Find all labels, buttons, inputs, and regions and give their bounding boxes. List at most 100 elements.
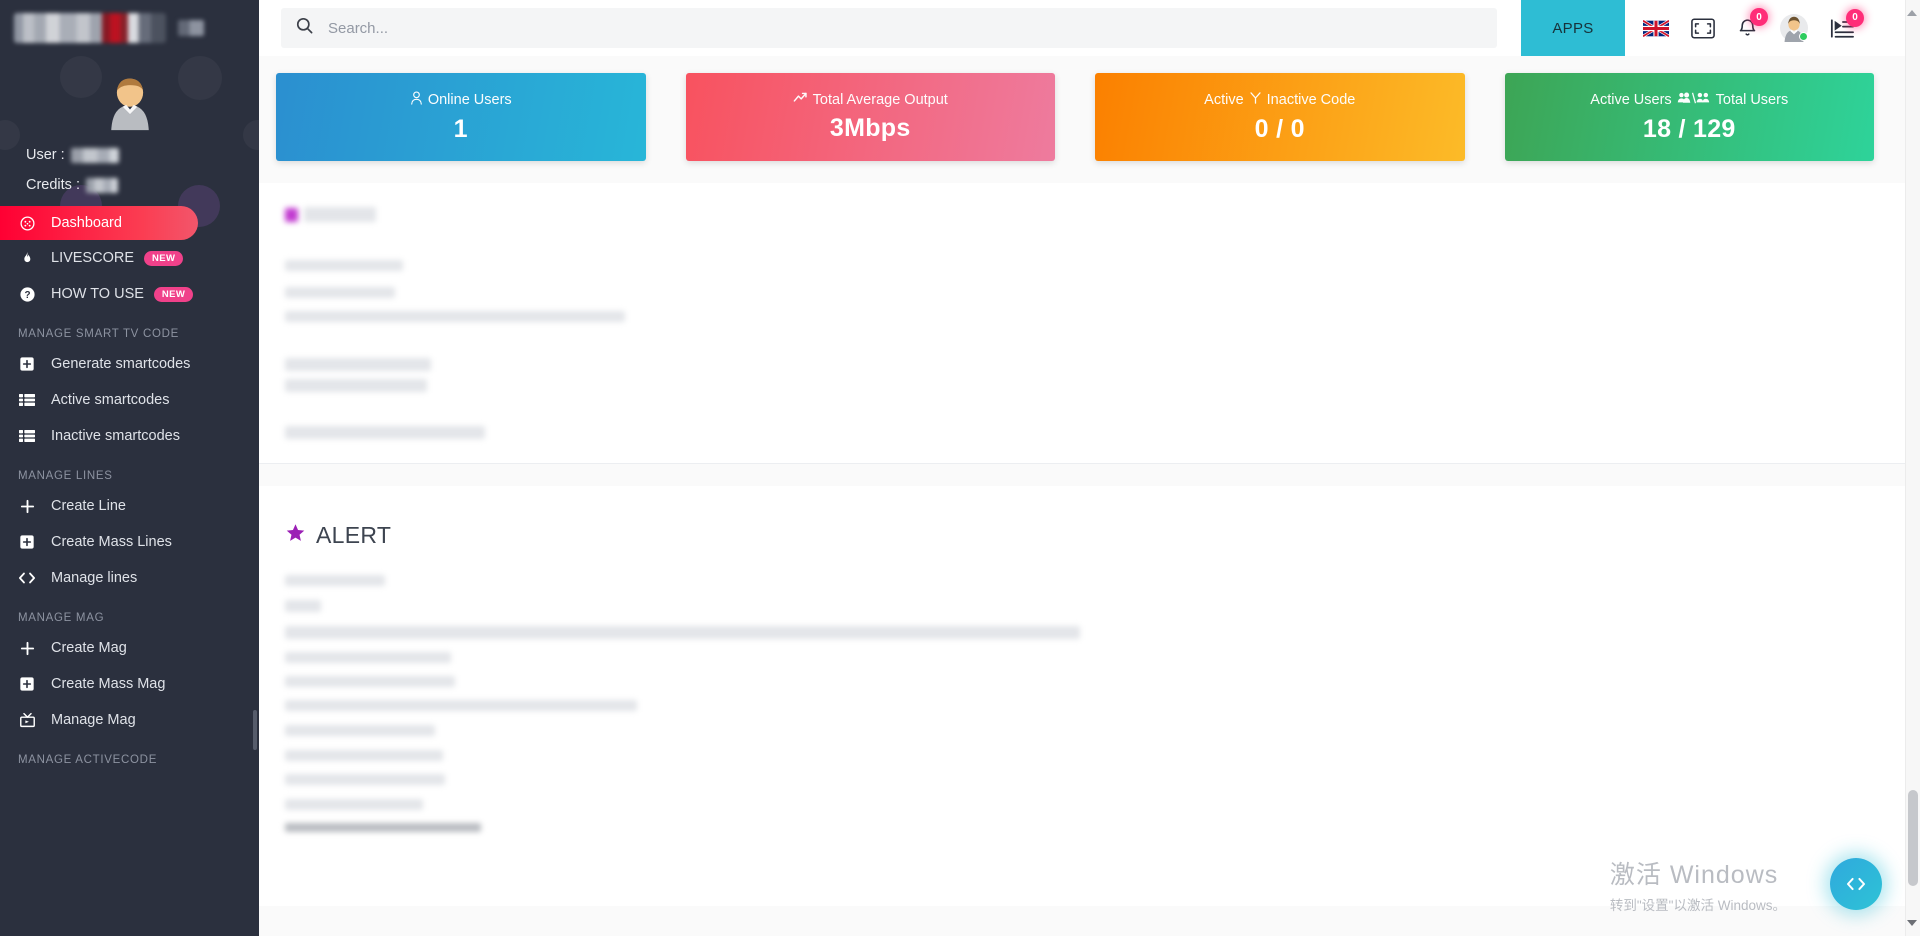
sidebar-item-manage-mag[interactable]: Manage Mag	[0, 702, 259, 738]
sidebar-section-title: MANAGE MAG	[18, 612, 105, 624]
main-content: APPS	[259, 0, 1920, 936]
watermark-line-1: 激活 Windows	[1609, 861, 1779, 889]
search-box[interactable]	[281, 8, 1497, 48]
sidebar-item-dashboard[interactable]: Dashboard	[0, 206, 198, 240]
redacted-line	[285, 700, 637, 711]
avatar	[110, 78, 149, 131]
sidebar-item-create-mass-mag[interactable]: Create Mass Mag	[0, 666, 259, 702]
content-panel-redacted	[259, 183, 1920, 463]
sidebar-scrollbar-thumb[interactable]	[253, 710, 257, 750]
sidebar-item-label: Manage Mag	[51, 712, 136, 728]
sidebar-item-label: Create Mass Mag	[51, 676, 166, 692]
section-divider	[259, 463, 1920, 464]
sidebar-item-create-line[interactable]: Create Line	[0, 488, 259, 524]
stat-card-active-inactive-code[interactable]: Active Inactive Code 0 / 0	[1095, 73, 1465, 161]
plus-box-icon	[14, 676, 40, 692]
profile-meta: User : Credits :	[0, 132, 259, 194]
redacted-line	[285, 774, 445, 785]
sidebar-item-create-mag[interactable]: Create Mag	[0, 630, 259, 666]
dashboard-icon	[14, 215, 40, 232]
stat-card-title: Active Inactive Code	[1204, 91, 1355, 109]
fullscreen-icon[interactable]	[1691, 17, 1715, 39]
page-scrollbar[interactable]	[1905, 0, 1920, 936]
stat-card-active-total-users[interactable]: Active Users Total Users 18 / 129	[1504, 73, 1874, 161]
bell-icon[interactable]: 0	[1737, 8, 1768, 39]
redacted-line	[285, 426, 485, 439]
redacted-line	[285, 575, 385, 586]
sidebar-section-title: MANAGE LINES	[18, 470, 113, 482]
redacted-heading	[304, 207, 376, 222]
avatar-icon[interactable]	[1780, 14, 1808, 42]
sidebar-item-active-smartcodes[interactable]: Active smartcodes	[0, 382, 259, 418]
floating-code-button[interactable]	[1830, 858, 1882, 910]
user-label: User :	[26, 147, 65, 163]
sidebar-item-label: Active smartcodes	[51, 392, 170, 408]
badge-new: NEW	[144, 250, 184, 266]
sidebar-item-label: Dashboard	[51, 215, 122, 231]
stat-card-online-users[interactable]: Online Users 1	[276, 73, 646, 161]
redacted-line	[285, 799, 423, 810]
sidebar-item-inactive-smartcodes[interactable]: Inactive smartcodes	[0, 418, 259, 454]
redacted-line	[285, 287, 395, 298]
stat-card-total-average-output[interactable]: Total Average Output 3Mbps	[685, 73, 1055, 161]
plus-icon	[14, 498, 40, 515]
sidebar-item-label: Create Mass Lines	[51, 534, 172, 550]
topbar: APPS	[259, 0, 1920, 56]
stat-card-title: Active Users Total Users	[1590, 91, 1788, 109]
stat-card-title-text-2: Total Users	[1715, 91, 1789, 108]
sidebar-item-create-mass-lines[interactable]: Create Mass Lines	[0, 524, 259, 560]
sidebar-item-how-to-use[interactable]: ? HOW TO USE NEW	[0, 276, 259, 312]
stat-card-title-text-2: Inactive Code	[1266, 91, 1356, 108]
alert-panel: ALERT	[259, 486, 1920, 906]
redacted-line	[285, 600, 321, 612]
logo-redacted-badge	[178, 20, 204, 36]
app-root: User : Credits : Dashboard LIVESCORE NEW…	[0, 0, 1920, 936]
redacted-line	[285, 676, 455, 687]
scroll-down-arrow-icon[interactable]	[1907, 920, 1917, 926]
tv-icon	[14, 712, 40, 728]
apps-button[interactable]: APPS	[1521, 0, 1625, 56]
playlist-icon[interactable]: 0	[1830, 8, 1864, 39]
filter-icon	[1249, 91, 1262, 109]
decorative-blob	[60, 56, 102, 98]
stat-card-value: 3Mbps	[829, 114, 911, 142]
search-icon	[295, 16, 314, 40]
list-icon	[14, 393, 40, 407]
uk-flag-icon[interactable]	[1643, 19, 1669, 37]
page-scrollbar-thumb[interactable]	[1908, 790, 1918, 886]
badge-new: NEW	[153, 286, 194, 302]
sidebar-item-manage-lines[interactable]: Manage lines	[0, 560, 259, 596]
brand-logo[interactable]	[0, 0, 259, 56]
trend-up-icon	[793, 91, 808, 108]
stat-card-title-text: Active Users	[1590, 91, 1672, 108]
topbar-icons: 0 0	[1625, 8, 1872, 42]
code-brackets-icon	[14, 571, 40, 585]
plus-icon	[14, 640, 40, 657]
stat-card-value: 18 / 129	[1642, 114, 1736, 143]
redacted-icon	[285, 207, 298, 222]
plus-box-icon	[14, 534, 40, 550]
watermark-line-2: 转到"设置"以激活 Windows。	[1609, 898, 1786, 913]
sidebar-item-label: HOW TO USE	[51, 286, 144, 302]
search-input[interactable]	[328, 19, 1483, 37]
sidebar-section-title: MANAGE ACTIVECODE	[18, 754, 158, 766]
profile-user-row: User :	[26, 146, 259, 164]
stat-card-title-text: Total Average Output	[812, 91, 948, 108]
sidebar-item-livescore[interactable]: LIVESCORE NEW	[0, 240, 259, 276]
logo-redacted-text	[14, 13, 166, 43]
flame-icon	[14, 250, 40, 267]
sidebar-item-generate-smartcodes[interactable]: Generate smartcodes	[0, 346, 259, 382]
notification-count-badge: 0	[1750, 8, 1768, 26]
sidebar-section-title: MANAGE SMART TV CODE	[18, 328, 179, 340]
profile-credits-row: Credits :	[26, 176, 259, 194]
scroll-up-arrow-icon[interactable]	[1907, 10, 1917, 16]
stat-card-value: 0 / 0	[1254, 114, 1305, 143]
list-icon	[14, 429, 40, 443]
svg-text:?: ?	[24, 290, 30, 301]
sidebar-item-label: Generate smartcodes	[51, 356, 191, 372]
sidebar-item-label: LIVESCORE	[51, 250, 134, 266]
redacted-line	[285, 379, 427, 392]
sidebar-item-label: Manage lines	[51, 570, 138, 586]
redacted-line	[285, 750, 443, 761]
redacted-line	[285, 652, 451, 663]
